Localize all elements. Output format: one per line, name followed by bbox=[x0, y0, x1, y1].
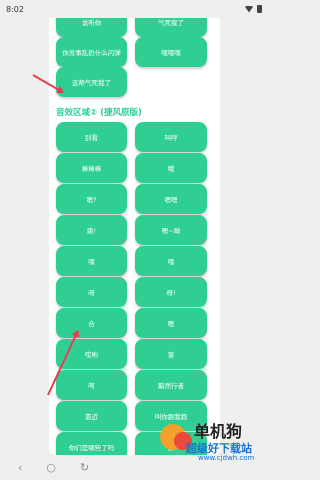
sound-button[interactable]: 嗯? bbox=[56, 184, 127, 214]
back-icon[interactable]: ‹ bbox=[18, 461, 22, 474]
content-area: 说听你 气死我了 你没事乱扔什么闪弹 嘿嘿嘿 这帮气死我了 音效区域② (捷风原… bbox=[0, 0, 268, 455]
sound-button[interactable]: 嗯嗯 bbox=[135, 184, 207, 214]
section-title: 音效区域② (捷风原版) bbox=[56, 108, 142, 118]
wifi-icon bbox=[245, 5, 253, 13]
home-icon[interactable]: ○ bbox=[46, 461, 56, 474]
status-bar: 8:02 bbox=[0, 0, 268, 18]
sound-button[interactable]: 靠近 bbox=[56, 401, 127, 431]
status-icons bbox=[245, 5, 262, 13]
sound-button[interactable]: 呀 bbox=[56, 277, 127, 307]
sound-button[interactable]: 嘿 bbox=[135, 246, 207, 276]
watermark-title: 单机狗 bbox=[194, 422, 243, 441]
sound-button[interactable]: 别看 bbox=[56, 122, 127, 152]
sound-button[interactable]: 合 bbox=[56, 308, 127, 338]
status-time: 8:02 bbox=[6, 4, 24, 14]
sound-button[interactable]: 嗯~呦 bbox=[135, 215, 207, 245]
sound-button[interactable]: 叫哼 bbox=[135, 122, 207, 152]
sound-button[interactable]: 你们是哪些了吗 bbox=[56, 432, 127, 455]
sound-button[interactable]: 害 bbox=[135, 339, 207, 369]
recent-icon[interactable]: ↻ bbox=[80, 461, 89, 474]
sound-button[interactable]: 嗯 bbox=[135, 308, 207, 338]
battery-icon bbox=[257, 5, 262, 13]
watermark: 单机狗 超级好下载站 www.cjdwh.com bbox=[160, 418, 268, 478]
sound-button[interactable]: 哦 bbox=[135, 153, 207, 183]
sound-button[interactable]: 你没事乱扔什么闪弹 bbox=[56, 37, 127, 67]
sound-button[interactable]: 黯然行者 bbox=[135, 370, 207, 400]
sound-button[interactable]: 嘿嘿嘿 bbox=[135, 37, 207, 67]
sound-button[interactable]: 棒棒棒 bbox=[56, 153, 127, 183]
sound-button[interactable]: 呵 bbox=[56, 370, 127, 400]
sound-button[interactable]: 这帮气死我了 bbox=[56, 67, 127, 97]
watermark-url: www.cjdwh.com bbox=[198, 454, 255, 462]
sound-button[interactable]: 呀! bbox=[135, 277, 207, 307]
sound-button[interactable]: 嘿 bbox=[56, 246, 127, 276]
sound-button[interactable]: 跳! bbox=[56, 215, 127, 245]
